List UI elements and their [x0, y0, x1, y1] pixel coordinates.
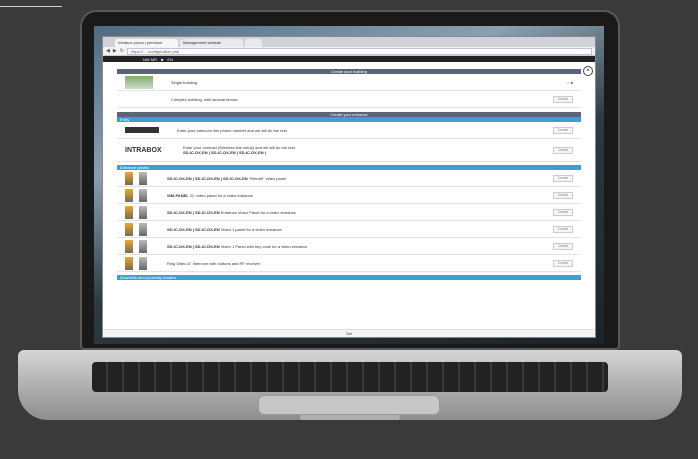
url-bar: ◀ ▶ ↻ https://... /configuration.php: [103, 47, 595, 56]
panel-row-label: Ring Video A" Intercom with buttons and …: [167, 261, 553, 266]
building-row-label: Single building: [171, 79, 198, 85]
panel-code: SD-IC-DX-EN | SD-IC-DX-EN | SD-IC-DX-EN: [167, 175, 248, 181]
panel-icon: [125, 171, 149, 185]
toolbar-item-1[interactable]: NW MR: [143, 57, 157, 62]
laptop-trackpad: [258, 395, 440, 415]
panel-row: SD-IC-DX-EN | SD-IC-DX-EN | SD-IC-DX-EN …: [117, 170, 581, 187]
create-button[interactable]: Create: [553, 95, 573, 103]
create-button[interactable]: Create: [553, 126, 573, 134]
panel-text: 2C video panel for a video entrance: [189, 192, 253, 198]
entrance-row-label: Enter your intercom line phone number an…: [177, 127, 287, 133]
building-spacer: [125, 93, 153, 106]
device-logo-icon: [125, 127, 159, 133]
back-icon[interactable]: ◀: [106, 48, 110, 54]
create-button[interactable]: Create: [553, 225, 573, 233]
laptop-keyboard: [92, 362, 608, 392]
panel-row: SD-IC-DX-EN | SD-IC-DX-EN Entrance Video…: [117, 204, 581, 221]
new-tab-button[interactable]: [245, 39, 262, 47]
panel-text: Ring Video A" Intercom with buttons and …: [167, 260, 261, 266]
panel-text: "Retrofit" video panel: [248, 175, 287, 181]
panel-row-label: WM-PANEL 2C video panel for a video entr…: [167, 193, 553, 198]
panel-code: SD-IC-DX-EN | SD-IC-DX-EN: [167, 226, 220, 232]
page-footer: Set: [103, 329, 595, 337]
building-row-label: Complex building, with several blocks: [171, 96, 238, 102]
intrabox-logo: INTRABOX: [125, 146, 162, 154]
address-input[interactable]: https://... /configuration.php: [126, 47, 592, 55]
building-row-single: Single building ○ ●: [117, 74, 581, 91]
panel-icon: [125, 222, 149, 236]
panel-code: SD-IC-DX-EN | SD-IC-DX-EN: [167, 243, 220, 249]
entrance-row-label: Enter your contract (Wireless line setup…: [183, 145, 553, 155]
entrance-row-phone: Enter your intercom line phone number an…: [117, 122, 581, 139]
panel-code: WM-PANEL: [167, 192, 189, 198]
tab-strip: Intrabox prova | premium Management webs…: [103, 37, 595, 47]
app-toolbar: NW MR ■ EN: [103, 56, 595, 62]
create-button[interactable]: Create: [553, 191, 573, 199]
panel-row: SD-IC-DX-EN | SD-IC-DX-EN Video 1 panel …: [117, 221, 581, 238]
doorbells-tab[interactable]: Doorbells and proximity readers: [117, 275, 581, 280]
reload-icon[interactable]: ↻: [120, 48, 124, 54]
panel-icon: [125, 256, 149, 270]
panel-icon: [125, 188, 149, 202]
create-button[interactable]: Create: [553, 174, 573, 182]
building-row-complex: Complex building, with several blocks Cr…: [117, 91, 581, 108]
panel-row-label: SD-IC-DX-EN | SD-IC-DX-EN Video 1 Panel …: [167, 244, 553, 249]
panel-code: SD-IC-DX-EN | SD-IC-DX-EN: [167, 209, 220, 215]
panel-row: WM-PANEL 2C video panel for a video entr…: [117, 187, 581, 204]
browser-tab-2[interactable]: Management website: [180, 39, 243, 47]
panel-text: Entrance Video Panel for a video entranc…: [220, 209, 296, 215]
panel-text: Video 1 panel for a video entrance: [220, 226, 282, 232]
panel-row-label: SD-IC-DX-EN | SD-IC-DX-EN Video 1 panel …: [167, 227, 553, 232]
building-radio-toggle[interactable]: ○ ●: [567, 80, 573, 85]
create-button[interactable]: Create: [553, 146, 573, 154]
laptop-screen: Intrabox prova | premium Management webs…: [94, 26, 604, 344]
top-line: [0, 6, 62, 7]
panel-icon: [125, 205, 149, 219]
laptop-hinge: [300, 415, 400, 420]
create-button[interactable]: Create: [553, 208, 573, 216]
building-icon: [125, 75, 153, 89]
browser-window: Intrabox prova | premium Management webs…: [102, 36, 596, 338]
entrance-row-codes: SD-IC-DX-EN | SD-IC-DX-EN | SD-IC-DX-EN …: [183, 150, 266, 155]
close-icon[interactable]: ×: [583, 66, 593, 76]
panel-text: Video 1 Panel with key code for a video …: [220, 243, 308, 249]
entrance-row-contract: INTRABOX Enter your contract (Wireless l…: [117, 139, 581, 162]
panel-row: Ring Video A" Intercom with buttons and …: [117, 255, 581, 272]
panel-icon: [125, 239, 149, 253]
create-button[interactable]: Create: [553, 259, 573, 267]
toolbar-item-2[interactable]: ■: [161, 57, 163, 62]
panel-row-label: SD-IC-DX-EN | SD-IC-DX-EN Entrance Video…: [167, 210, 553, 215]
panel-row-label: SD-IC-DX-EN | SD-IC-DX-EN | SD-IC-DX-EN …: [167, 176, 553, 181]
create-button[interactable]: Create: [553, 242, 573, 250]
toolbar-item-3[interactable]: EN: [167, 57, 173, 62]
page-content: × Create your building Single building ○…: [103, 63, 595, 337]
forward-icon[interactable]: ▶: [113, 48, 117, 54]
browser-tab-1[interactable]: Intrabox prova | premium: [115, 39, 178, 47]
panel-row: SD-IC-DX-EN | SD-IC-DX-EN Video 1 Panel …: [117, 238, 581, 255]
